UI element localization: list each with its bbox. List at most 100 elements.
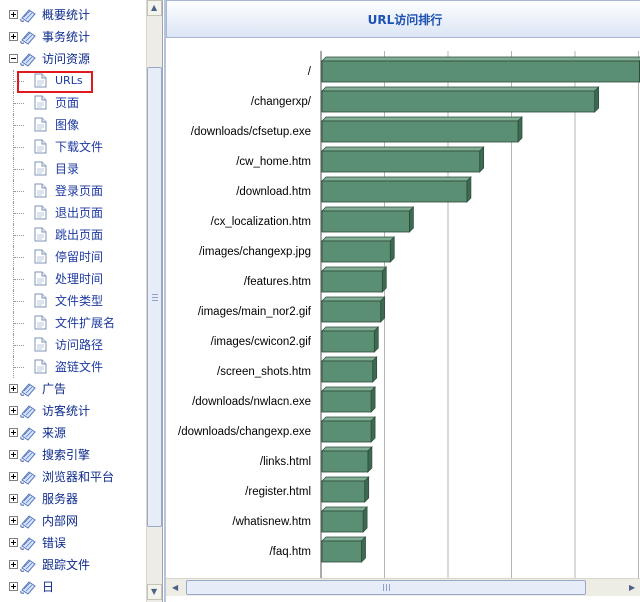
expand-icon[interactable] bbox=[9, 450, 18, 459]
scroll-note-icon bbox=[20, 449, 36, 463]
expand-icon[interactable] bbox=[9, 582, 18, 591]
grip-icon bbox=[152, 294, 158, 301]
tree-connector bbox=[14, 345, 24, 346]
scroll-note-icon bbox=[20, 515, 36, 529]
bar-top bbox=[321, 176, 472, 182]
expand-icon[interactable] bbox=[9, 10, 18, 19]
bar-side bbox=[594, 86, 600, 113]
tree-node-8[interactable]: 浏览器和平台 bbox=[0, 466, 146, 488]
collapse-icon[interactable] bbox=[9, 54, 18, 63]
scroll-note-icon bbox=[20, 31, 36, 45]
tree-node-10[interactable]: 内部网 bbox=[0, 510, 146, 532]
bar bbox=[321, 480, 366, 503]
tree-node-label: 概要统计 bbox=[42, 8, 91, 22]
tree-leaf-6[interactable]: 登录页面 bbox=[0, 180, 146, 202]
expand-icon[interactable] bbox=[9, 428, 18, 437]
tree-leaf-label: 文件扩展名 bbox=[55, 316, 116, 330]
expand-icon[interactable] bbox=[9, 516, 18, 525]
bar-side bbox=[372, 356, 378, 383]
page-icon bbox=[34, 227, 47, 242]
tree-leaf-2[interactable]: 页面 bbox=[0, 92, 146, 114]
tree-node-6[interactable]: 来源 bbox=[0, 422, 146, 444]
bar-top bbox=[321, 266, 388, 272]
bar-side bbox=[370, 416, 376, 443]
bar bbox=[321, 450, 369, 473]
tree-leaf-7[interactable]: 退出页面 bbox=[0, 202, 146, 224]
tree-node-12[interactable]: 跟踪文件 bbox=[0, 554, 146, 576]
expand-icon[interactable] bbox=[9, 384, 18, 393]
bar bbox=[321, 360, 374, 383]
tree-leaf-5[interactable]: 目录 bbox=[0, 158, 146, 180]
tree-node-label: 访问资源 bbox=[42, 52, 91, 66]
bar-side bbox=[367, 446, 373, 473]
tree-leaf-1[interactable]: URLs bbox=[0, 70, 146, 93]
page-icon bbox=[34, 139, 47, 154]
panel-header: URL访问排行 bbox=[166, 0, 640, 38]
page-icon bbox=[34, 337, 47, 352]
expand-icon[interactable] bbox=[9, 560, 18, 569]
scroll-note-icon bbox=[20, 53, 36, 67]
category-label: /screen_shots.htm bbox=[217, 366, 311, 378]
tree-leaf-14[interactable]: 盗链文件 bbox=[0, 356, 146, 378]
tree-leaf-label: 目录 bbox=[55, 162, 80, 176]
scroll-down-button[interactable]: ▼ bbox=[147, 584, 162, 600]
category-label: /downloads/changexp.exe bbox=[178, 426, 311, 438]
scroll-up-button[interactable]: ▲ bbox=[147, 0, 162, 16]
expand-icon[interactable] bbox=[9, 406, 18, 415]
tree-node-9[interactable]: 服务器 bbox=[0, 488, 146, 510]
tree-node-7[interactable]: 搜索引擎 bbox=[0, 444, 146, 466]
tree-node-11[interactable]: 错误 bbox=[0, 532, 146, 554]
expand-icon[interactable] bbox=[9, 538, 18, 547]
tree-leaf-4[interactable]: 下载文件 bbox=[0, 136, 146, 158]
scroll-left-button[interactable]: ◀ bbox=[168, 580, 183, 596]
category-label: /register.html bbox=[245, 486, 311, 498]
category-label: / bbox=[308, 66, 312, 78]
tree-node-label: 内部网 bbox=[42, 514, 79, 528]
tree-node-4[interactable]: 广告 bbox=[0, 378, 146, 400]
bar bbox=[321, 210, 410, 233]
tree-node-1[interactable]: 概要统计 bbox=[0, 4, 146, 26]
page-icon bbox=[34, 73, 47, 88]
page-icon bbox=[34, 249, 47, 264]
tree-node-3[interactable]: 访问资源 bbox=[0, 48, 146, 70]
tree-node-label: 错误 bbox=[42, 536, 67, 550]
tree-leaf-8[interactable]: 跳出页面 bbox=[0, 224, 146, 246]
bar bbox=[321, 330, 375, 353]
tree-node-label: 浏览器和平台 bbox=[42, 470, 115, 484]
bar-side bbox=[361, 536, 366, 563]
tree-connector bbox=[14, 125, 24, 126]
category-label: /cx_localization.htm bbox=[211, 216, 311, 228]
bar-side bbox=[380, 296, 386, 323]
tree-vertical-scrollbar[interactable]: ▲ ▼ bbox=[146, 0, 162, 602]
tree-leaf-13[interactable]: 访问路径 bbox=[0, 334, 146, 356]
chart-horizontal-scrollbar[interactable]: ◀ ▶ bbox=[166, 578, 640, 596]
category-label: /images/cwicon2.gif bbox=[211, 336, 312, 348]
expand-icon[interactable] bbox=[9, 472, 18, 481]
bar bbox=[321, 240, 391, 263]
tree-node-2[interactable]: 事务统计 bbox=[0, 26, 146, 48]
tree-node-5[interactable]: 访客统计 bbox=[0, 400, 146, 422]
tree-node-label: 来源 bbox=[42, 426, 67, 440]
category-label: /downloads/nwlacn.exe bbox=[192, 396, 311, 408]
tree-connector bbox=[14, 301, 24, 302]
tree-leaf-9[interactable]: 停留时间 bbox=[0, 246, 146, 268]
arrow-right-icon: ▶ bbox=[629, 583, 636, 592]
scroll-thumb[interactable] bbox=[147, 67, 162, 527]
bar-side bbox=[370, 386, 376, 413]
tree-leaf-12[interactable]: 文件扩展名 bbox=[0, 312, 146, 334]
tree-leaf-10[interactable]: 处理时间 bbox=[0, 268, 146, 290]
tree-leaf-11[interactable]: 文件类型 bbox=[0, 290, 146, 312]
scroll-right-button[interactable]: ▶ bbox=[625, 580, 640, 596]
bar-top bbox=[321, 506, 368, 512]
h-scroll-thumb[interactable] bbox=[186, 580, 586, 595]
expand-icon[interactable] bbox=[9, 32, 18, 41]
tree-node-13[interactable]: 日 bbox=[0, 576, 146, 598]
scroll-note-icon bbox=[20, 405, 36, 419]
bar bbox=[321, 90, 596, 113]
navigation-tree: 概要统计事务统计访问资源 URLs 页面 图像 下载文件目录登录页面 退出页面 跳出页面 停留… bbox=[0, 4, 146, 598]
tree-leaf-3[interactable]: 图像 bbox=[0, 114, 146, 136]
scroll-note-icon bbox=[20, 427, 36, 441]
page-icon bbox=[34, 205, 47, 220]
expand-icon[interactable] bbox=[9, 494, 18, 503]
bar-side bbox=[364, 476, 370, 503]
